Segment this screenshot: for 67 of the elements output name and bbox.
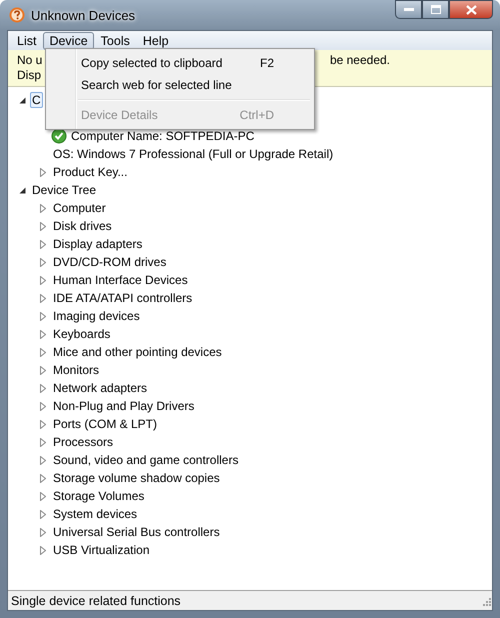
collapsed-arrow-icon[interactable]	[40, 258, 46, 266]
collapsed-arrow-icon[interactable]	[40, 330, 46, 338]
tree-item[interactable]: Universal Serial Bus controllers	[51, 524, 222, 540]
collapsed-arrow-icon[interactable]	[40, 492, 46, 500]
collapsed-arrow-icon[interactable]	[40, 312, 46, 320]
help-icon	[9, 7, 25, 23]
tree-item[interactable]: Device Tree	[30, 182, 98, 198]
collapsed-arrow-icon[interactable]	[40, 222, 46, 230]
menu-item[interactable]: Device	[43, 32, 94, 50]
collapsed-arrow-icon[interactable]	[40, 204, 46, 212]
menu-option[interactable]: Copy selected to clipboard F2	[48, 52, 312, 74]
collapsed-arrow-icon[interactable]	[40, 240, 46, 248]
tree-item[interactable]: Disk drives	[51, 218, 114, 234]
tree-item[interactable]: System devices	[51, 506, 140, 522]
collapsed-arrow-icon[interactable]	[40, 276, 46, 284]
maximize-icon	[430, 5, 440, 14]
tree-item[interactable]: OS: Windows 7 Professional (Full or Upgrade Retail)	[51, 146, 336, 162]
collapsed-arrow-icon[interactable]	[40, 384, 46, 392]
collapsed-arrow-icon[interactable]	[40, 294, 46, 302]
tree-item[interactable]: USB Virtualization	[51, 542, 152, 558]
tree-item[interactable]: Storage volume shadow copies	[51, 470, 222, 486]
collapsed-arrow-icon[interactable]	[40, 438, 46, 446]
collapsed-arrow-icon[interactable]	[40, 546, 46, 554]
expanded-arrow-icon[interactable]	[19, 186, 26, 194]
maximize-button[interactable]	[422, 0, 449, 19]
tree-item[interactable]: Display adapters	[51, 236, 144, 252]
tree-item[interactable]: Ports (COM & LPT)	[51, 416, 160, 432]
info-text: be needed.	[330, 53, 390, 68]
collapsed-arrow-icon[interactable]	[40, 402, 46, 410]
tree-item[interactable]: Keyboards	[51, 326, 112, 342]
menu-item[interactable]: List	[11, 32, 42, 50]
info-text: Disp	[17, 68, 42, 83]
tree-item[interactable]: Storage Volumes	[51, 488, 146, 504]
close-icon	[466, 4, 476, 14]
tree-item[interactable]: Mice and other pointing devices	[51, 344, 224, 360]
collapsed-arrow-icon[interactable]	[40, 348, 46, 356]
tree-item[interactable]: Monitors	[51, 362, 102, 378]
tree-item[interactable]: IDE ATA/ATAPI controllers	[51, 290, 194, 306]
menu-item[interactable]: Help	[136, 32, 175, 50]
close-button[interactable]	[449, 0, 493, 19]
collapsed-arrow-icon[interactable]	[40, 168, 46, 176]
tree-item[interactable]: Network adapters	[51, 380, 150, 396]
collapsed-arrow-icon[interactable]	[40, 510, 46, 518]
minimize-icon	[404, 8, 414, 12]
tree-item[interactable]: Non-Plug and Play Drivers	[51, 398, 196, 414]
expanded-arrow-icon[interactable]	[19, 96, 26, 104]
menu-option[interactable]: Search web for selected line	[48, 74, 312, 96]
tree-item[interactable]: Processors	[51, 434, 116, 450]
collapsed-arrow-icon[interactable]	[40, 366, 46, 374]
tree-item[interactable]: Computer	[51, 200, 108, 216]
resize-grip-icon[interactable]	[481, 596, 491, 606]
tree-item[interactable]: Human Interface Devices	[51, 272, 190, 288]
collapsed-arrow-icon[interactable]	[40, 456, 46, 464]
window-title: Unknown Devices	[31, 8, 136, 22]
tree-item[interactable]: Product Key...	[51, 164, 130, 180]
tree-item[interactable]: C	[30, 92, 43, 108]
status-text: Single device related functions	[11, 594, 181, 608]
collapsed-arrow-icon[interactable]	[40, 528, 46, 536]
tree-item[interactable]: Imaging devices	[51, 308, 142, 324]
info-text: No u	[17, 53, 42, 68]
tree-item[interactable]: DVD/CD-ROM drives	[51, 254, 168, 270]
menu-item[interactable]: Tools	[94, 32, 136, 50]
collapsed-arrow-icon[interactable]	[40, 420, 46, 428]
minimize-button[interactable]	[395, 0, 422, 19]
collapsed-arrow-icon[interactable]	[40, 474, 46, 482]
tree-item[interactable]: Sound, video and game controllers	[51, 452, 240, 468]
tree-item[interactable]: Computer Name: SOFTPEDIA-PC	[69, 128, 256, 144]
